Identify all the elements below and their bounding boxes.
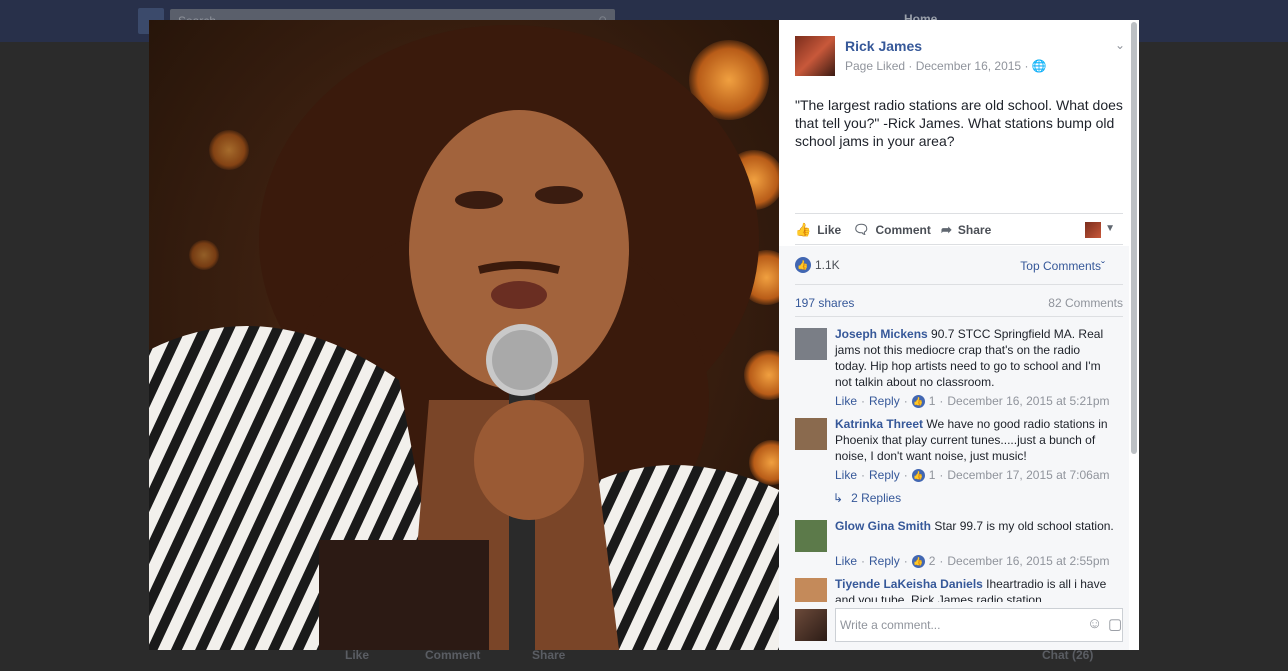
post-photo[interactable] bbox=[149, 20, 779, 650]
commenter-avatar[interactable] bbox=[795, 578, 827, 602]
caret-down-icon: ˇ bbox=[1101, 259, 1105, 273]
share-button[interactable]: ➦ Share bbox=[941, 222, 991, 238]
comment-button[interactable]: 🗨 Comment bbox=[853, 222, 931, 238]
like-label: Like bbox=[817, 223, 842, 237]
comment-meta: Like · Reply · 👍 1 · December 16, 2015 at 5… bbox=[835, 394, 1110, 408]
comment-body: Tiyende LaKeisha Daniels Iheartradio is … bbox=[835, 578, 1115, 602]
background-chat: Chat (26) bbox=[1042, 648, 1094, 662]
post-meta-text: Page Liked · December 16, 2015 · bbox=[845, 59, 1032, 73]
comment-meta: Like · Reply · 👍 1 · December 17, 2015 at 7… bbox=[835, 468, 1110, 482]
comment-like-link[interactable]: Like bbox=[835, 468, 857, 482]
share-label: Share bbox=[957, 223, 992, 237]
caret-down-icon[interactable]: ▼ bbox=[1105, 223, 1115, 234]
comment-body: Katrinka Threet We have no good radio st… bbox=[835, 416, 1115, 464]
comment-input[interactable]: Write a comment... bbox=[835, 608, 1123, 642]
comment-like-link[interactable]: Like bbox=[835, 394, 857, 408]
comment-text: Star 99.7 is my old school station. bbox=[931, 519, 1114, 533]
background-comment: Comment bbox=[425, 648, 481, 662]
comment-author[interactable]: Glow Gina Smith bbox=[835, 519, 931, 533]
like-reaction-icon: 👍 bbox=[911, 468, 925, 482]
reply-arrow-icon: ↳ bbox=[833, 491, 844, 505]
share-arrow-icon: ➦ bbox=[941, 222, 952, 237]
comment-reply-link[interactable]: Reply bbox=[869, 468, 900, 482]
comment-author[interactable]: Katrinka Threet bbox=[835, 417, 923, 431]
page-avatar[interactable] bbox=[795, 36, 835, 76]
divider bbox=[795, 284, 1123, 285]
post-meta: Page Liked · December 16, 2015 · 🌐 bbox=[845, 59, 1047, 73]
action-bar: 👍 Like 🗨 Comment ➦ Share ▼ bbox=[795, 213, 1123, 245]
like-button[interactable]: 👍 Like bbox=[795, 222, 841, 238]
thumbs-up-icon: 👍 bbox=[795, 222, 812, 237]
view-replies-link[interactable]: ↳ 2 Replies bbox=[833, 491, 901, 505]
comment-meta: Like · Reply · 👍 2 · December 16, 2015 at 2… bbox=[835, 554, 1110, 568]
shares-link[interactable]: 197 shares bbox=[795, 296, 854, 310]
post-text: "The largest radio stations are old scho… bbox=[795, 97, 1123, 149]
chevron-down-icon[interactable]: ⌄ bbox=[1115, 38, 1125, 52]
singer-illustration bbox=[149, 25, 779, 650]
replies-label: 2 Replies bbox=[851, 491, 902, 505]
comment-time[interactable]: December 16, 2015 at 2:55pm bbox=[947, 554, 1109, 568]
scrollbar-thumb[interactable] bbox=[1131, 22, 1137, 454]
comment-like-count[interactable]: 2 bbox=[929, 554, 936, 568]
emoji-icon[interactable]: ☺ bbox=[1087, 615, 1102, 632]
top-comments-dropdown[interactable]: Top Commentsˇ bbox=[1020, 259, 1105, 273]
background-like: Like bbox=[345, 648, 370, 662]
write-comment-box: Write a comment... ☺ ▢ bbox=[795, 607, 1123, 643]
comment-body: Glow Gina Smith Star 99.7 is my old scho… bbox=[835, 518, 1115, 534]
sticker-icon[interactable]: ▢ bbox=[1108, 615, 1122, 633]
globe-icon: 🌐 bbox=[1031, 59, 1047, 73]
commenter-avatar[interactable] bbox=[795, 520, 827, 552]
comment-icon: 🗨 bbox=[853, 222, 870, 237]
top-comments-label: Top Comments bbox=[1020, 259, 1101, 273]
background-share: Share bbox=[532, 648, 566, 662]
comment-input-placeholder: Write a comment... bbox=[840, 618, 941, 632]
comment-time[interactable]: December 17, 2015 at 7:06am bbox=[947, 468, 1109, 482]
reactions-count: 1.1K bbox=[815, 258, 840, 272]
comment-label: Comment bbox=[875, 223, 931, 237]
post-header: Rick James Page Liked · December 16, 201… bbox=[795, 36, 1125, 76]
comment-like-link[interactable]: Like bbox=[835, 554, 857, 568]
comment-time[interactable]: December 16, 2015 at 5:21pm bbox=[947, 394, 1109, 408]
share-as-avatar[interactable] bbox=[1085, 222, 1101, 238]
post-panel: Rick James Page Liked · December 16, 201… bbox=[779, 20, 1139, 650]
comment-like-count[interactable]: 1 bbox=[929, 468, 936, 482]
comment-body: Joseph Mickens 90.7 STCC Springfield MA.… bbox=[835, 326, 1115, 390]
commenter-avatar[interactable] bbox=[795, 418, 827, 450]
comment-author[interactable]: Tiyende LaKeisha Daniels bbox=[835, 578, 983, 591]
comment-reply-link[interactable]: Reply bbox=[869, 554, 900, 568]
comment-item: Tiyende LaKeisha Daniels Iheartradio is … bbox=[795, 578, 1125, 602]
commenter-avatar[interactable] bbox=[795, 328, 827, 360]
divider bbox=[795, 316, 1123, 317]
reactions-summary[interactable]: 👍 1.1K bbox=[795, 257, 840, 273]
like-reaction-icon: 👍 bbox=[911, 394, 925, 408]
like-reaction-icon: 👍 bbox=[795, 257, 811, 273]
comments-count[interactable]: 82 Comments bbox=[1048, 296, 1123, 310]
user-avatar bbox=[795, 609, 827, 641]
like-reaction-icon: 👍 bbox=[911, 554, 925, 568]
page-name-link[interactable]: Rick James bbox=[845, 38, 922, 54]
comment-author[interactable]: Joseph Mickens bbox=[835, 327, 928, 341]
comment-reply-link[interactable]: Reply bbox=[869, 394, 900, 408]
comment-like-count[interactable]: 1 bbox=[929, 394, 936, 408]
